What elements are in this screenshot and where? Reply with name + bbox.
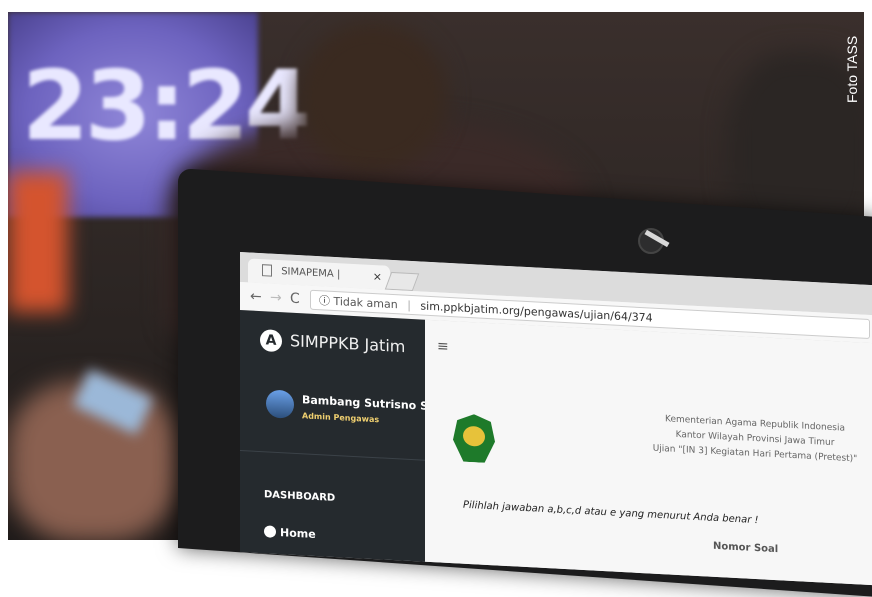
user-role: Admin Pengawas <box>302 411 380 425</box>
avatar <box>266 389 294 419</box>
menu-toggle-icon[interactable]: ≡ <box>437 338 449 355</box>
laptop-display: SIMAPEMA | KEMENAG × ← → C ⓘ Tidak aman … <box>240 252 872 586</box>
brand-logo-icon: A <box>260 329 282 353</box>
back-arrow-icon[interactable]: ← <box>250 289 262 306</box>
exam-header: Kementerian Agama Republik Indonesia Kan… <box>635 411 872 469</box>
new-tab-button[interactable] <box>384 271 420 292</box>
question-number-heading: Nomor Soal <box>713 540 779 556</box>
reload-icon[interactable]: C <box>290 291 300 308</box>
info-icon: ⓘ <box>319 294 330 308</box>
brand[interactable]: A SIMPPKB Jatim <box>260 329 405 359</box>
security-label: Tidak aman <box>333 294 398 312</box>
sidebar-section-dashboard: DASHBOARD <box>264 489 336 504</box>
sidebar: A SIMPPKB Jatim Bambang Sutrisno Spd.MM A… <box>240 310 470 580</box>
user-name: Bambang Sutrisno Spd.MM <box>302 393 470 416</box>
webcam <box>638 228 664 254</box>
page-icon <box>262 264 272 277</box>
close-tab-icon[interactable]: × <box>373 265 382 289</box>
address-separator: | <box>407 298 411 312</box>
brand-name: SIMPPKB Jatim <box>290 331 406 357</box>
photo-credit-watermark: Foto TASS <box>844 35 860 103</box>
background-person-head <box>298 22 448 172</box>
background-orange-figure <box>8 172 68 312</box>
sidebar-divider <box>240 450 425 461</box>
sidebar-item-home[interactable]: Home <box>280 526 316 541</box>
kemenag-emblem <box>453 413 495 463</box>
exam-instruction: Pilihlah jawaban a,b,c,d atau e yang men… <box>463 499 759 527</box>
main-content: ≡ Kementerian Agama Republik Indonesia K… <box>425 319 872 586</box>
home-icon <box>264 525 276 538</box>
forward-arrow-icon[interactable]: → <box>270 290 282 307</box>
